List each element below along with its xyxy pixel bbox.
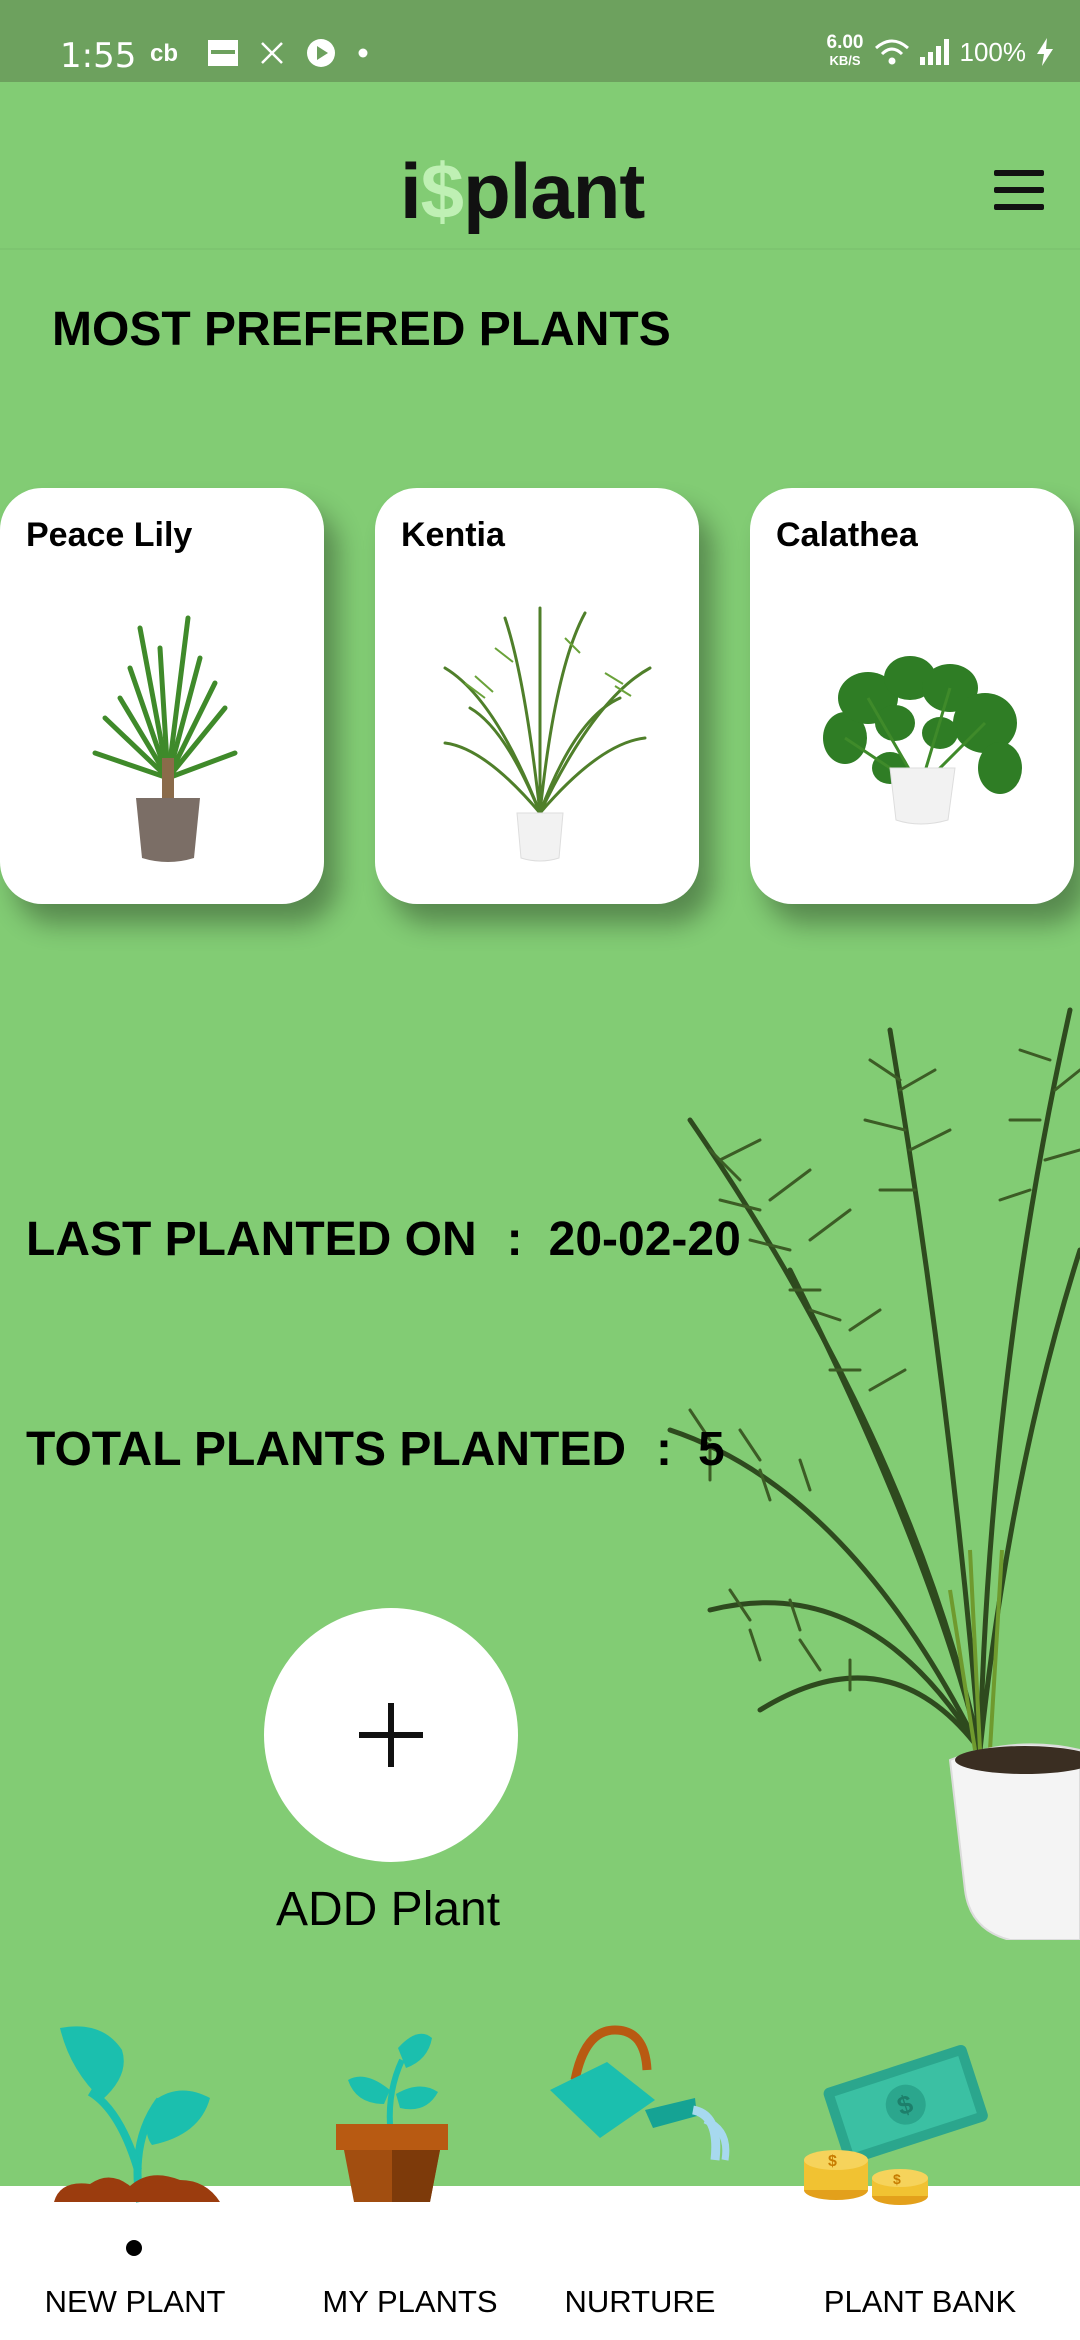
notification-icons: cb <box>150 38 368 68</box>
sprout-icon <box>54 2026 220 2203</box>
logo-prefix: i <box>400 147 422 235</box>
logo-suffix: plant <box>463 147 645 235</box>
signal-icon <box>919 39 949 65</box>
charging-icon <box>1037 38 1053 66</box>
active-indicator-dot <box>126 2240 142 2256</box>
network-speed-value: 6.00 <box>826 32 864 53</box>
plant-image <box>443 606 652 862</box>
battery-percent: 100% <box>959 36 1027 67</box>
plus-icon <box>359 1703 423 1767</box>
wifi-icon <box>874 39 909 65</box>
plant-card-peace-lily[interactable]: Peace Lily <box>0 488 324 904</box>
svg-text:$: $ <box>893 2171 901 2187</box>
menu-icon-line <box>994 204 1044 210</box>
status-time: 1:55 <box>60 36 137 76</box>
app-logo: i$plant <box>400 146 645 237</box>
plant-card-kentia[interactable]: Kentia <box>375 488 699 904</box>
menu-icon-line <box>994 170 1044 176</box>
svg-text:cb: cb <box>150 41 178 65</box>
money-icon: $ $ $ <box>804 2044 988 2205</box>
plant-image <box>92 615 238 862</box>
status-bar: 1:55 cb 6.00 KB/S 100% <box>0 0 1080 82</box>
network-speed: 6.00 KB/S <box>826 32 864 70</box>
play-icon <box>307 39 335 67</box>
dot-icon <box>358 48 368 58</box>
svg-text:$: $ <box>828 2153 837 2170</box>
nav-item-plant-bank[interactable]: $ $ $ PLANT BANK <box>790 2020 1050 2320</box>
potted-plant-icon <box>336 2033 448 2202</box>
hamburger-menu-button[interactable] <box>990 170 1050 214</box>
plant-card-name: Peace Lily <box>26 516 193 554</box>
system-icons: 6.00 KB/S 100% <box>826 32 1054 70</box>
plant-card-name: Kentia <box>401 516 505 554</box>
total-plants-separator: : <box>656 1423 672 1476</box>
last-planted-separator: : <box>506 1213 523 1266</box>
total-plants-row: TOTAL PLANTS PLANTED:5 <box>26 1422 725 1477</box>
news-app-icon <box>208 40 238 66</box>
logo-dollar-symbol: $ <box>420 147 464 235</box>
total-plants-value: 5 <box>697 1423 725 1476</box>
watering-can-icon <box>550 2025 730 2161</box>
total-plants-label: TOTAL PLANTS PLANTED <box>26 1423 626 1476</box>
cb-app-icon: cb <box>150 41 178 65</box>
plant-card-name: Calathea <box>776 516 918 554</box>
x-app-icon <box>261 42 283 64</box>
nav-item-nurture[interactable]: NURTURE <box>545 2020 735 2320</box>
last-planted-row: LAST PLANTED ON:20-02-20 <box>26 1212 741 1267</box>
add-plant-button[interactable] <box>264 1608 518 1862</box>
nav-label: MY PLANTS <box>322 2284 498 2319</box>
plant-card-calathea[interactable]: Calathea <box>750 488 1074 904</box>
nav-item-my-plants[interactable]: MY PLANTS <box>310 2020 510 2320</box>
last-planted-label: LAST PLANTED ON <box>26 1213 477 1266</box>
add-plant-label: ADD Plant <box>276 1883 501 1936</box>
network-speed-unit: KB/S <box>829 53 861 68</box>
section-title: MOST PREFERED PLANTS <box>52 303 671 356</box>
nav-label: NEW PLANT <box>44 2284 226 2319</box>
plant-image <box>823 656 1022 825</box>
nav-label: PLANT BANK <box>823 2284 1017 2319</box>
app-header: i$plant <box>0 82 1080 250</box>
menu-icon-line <box>994 187 1044 193</box>
nav-item-new-plant[interactable]: NEW PLANT <box>40 2020 230 2320</box>
nav-label: NURTURE <box>564 2284 716 2319</box>
last-planted-value: 20-02-20 <box>548 1213 741 1266</box>
